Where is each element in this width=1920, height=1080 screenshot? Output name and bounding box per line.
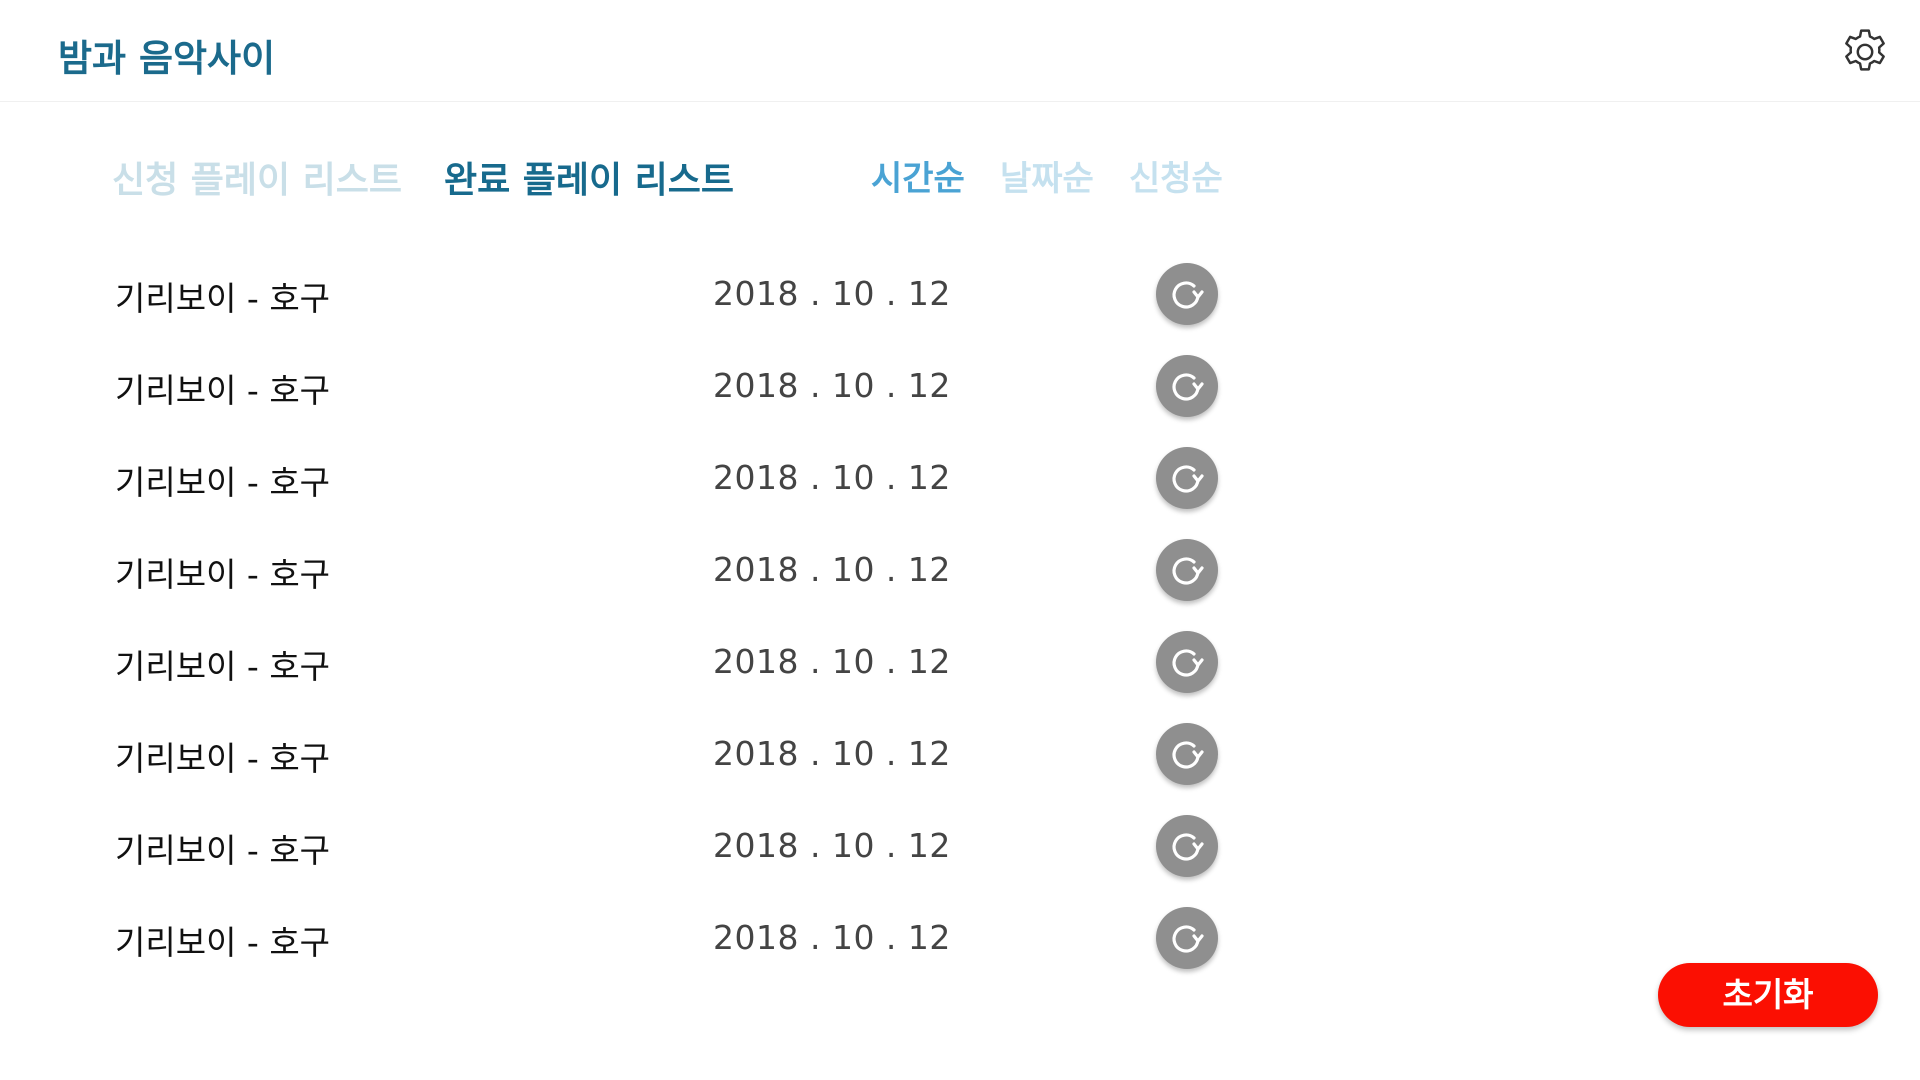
restore-icon <box>1172 465 1204 493</box>
restore-icon <box>1172 557 1204 585</box>
list-item: 기리보이 - 호구 2018 . 10 . 12 <box>0 708 1300 800</box>
restore-icon <box>1172 741 1204 769</box>
song-title: 기리보이 - 호구 <box>115 463 331 502</box>
list-item: 기리보이 - 호구 2018 . 10 . 12 <box>0 524 1300 616</box>
song-title: 기리보이 - 호구 <box>115 371 331 410</box>
request-date: 2018 . 10 . 12 <box>713 918 951 957</box>
restore-button[interactable] <box>1156 723 1218 785</box>
app-title: 밤과 음악사이 <box>58 37 276 80</box>
settings-button[interactable] <box>1838 25 1892 79</box>
request-date: 2018 . 10 . 12 <box>713 274 951 313</box>
list-item: 기리보이 - 호구 2018 . 10 . 12 <box>0 248 1300 340</box>
song-title: 기리보이 - 호구 <box>115 831 331 870</box>
sort-by-request[interactable]: 신청순 <box>1129 151 1223 200</box>
restore-button[interactable] <box>1156 263 1218 325</box>
song-title: 기리보이 - 호구 <box>115 555 331 594</box>
gear-icon <box>1845 29 1885 71</box>
list-item: 기리보이 - 호구 2018 . 10 . 12 <box>0 340 1300 432</box>
tab-completed-playlist[interactable]: 완료 플레이 리스트 <box>444 151 734 203</box>
app-header: 밤과 음악사이 <box>0 0 1920 102</box>
song-title: 기리보이 - 호구 <box>115 647 331 686</box>
list-item: 기리보이 - 호구 2018 . 10 . 12 <box>0 616 1300 708</box>
request-date: 2018 . 10 . 12 <box>713 642 951 681</box>
request-date: 2018 . 10 . 12 <box>713 366 951 405</box>
song-title: 기리보이 - 호구 <box>115 923 331 962</box>
request-date: 2018 . 10 . 12 <box>713 550 951 589</box>
restore-icon <box>1172 925 1204 953</box>
list-item: 기리보이 - 호구 2018 . 10 . 12 <box>0 892 1300 984</box>
list-item: 기리보이 - 호구 2018 . 10 . 12 <box>0 432 1300 524</box>
restore-icon <box>1172 373 1204 401</box>
restore-button[interactable] <box>1156 907 1218 969</box>
restore-icon <box>1172 649 1204 677</box>
restore-button[interactable] <box>1156 447 1218 509</box>
restore-button[interactable] <box>1156 631 1218 693</box>
tab-requested-playlist[interactable]: 신청 플레이 리스트 <box>112 151 402 203</box>
restore-button[interactable] <box>1156 815 1218 877</box>
song-title: 기리보이 - 호구 <box>115 739 331 778</box>
restore-icon <box>1172 281 1204 309</box>
restore-button[interactable] <box>1156 355 1218 417</box>
restore-icon <box>1172 833 1204 861</box>
restore-button[interactable] <box>1156 539 1218 601</box>
list-item: 기리보이 - 호구 2018 . 10 . 12 <box>0 800 1300 892</box>
sort-by-date[interactable]: 날짜순 <box>1000 151 1094 200</box>
request-date: 2018 . 10 . 12 <box>713 734 951 773</box>
request-date: 2018 . 10 . 12 <box>713 826 951 865</box>
song-title: 기리보이 - 호구 <box>115 279 331 318</box>
sort-by-time[interactable]: 시간순 <box>871 151 965 200</box>
request-date: 2018 . 10 . 12 <box>713 458 951 497</box>
reset-button[interactable]: 초기화 <box>1658 963 1878 1027</box>
